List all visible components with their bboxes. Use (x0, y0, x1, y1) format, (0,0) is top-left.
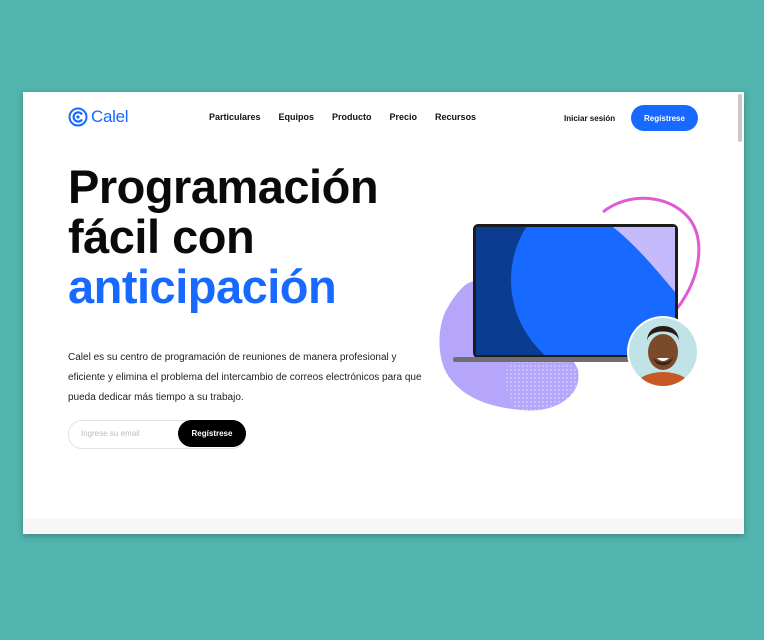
scrollbar[interactable] (738, 94, 742, 142)
hero-headline: Programación fácil con anticipación (68, 160, 379, 313)
nav-item-recursos[interactable]: Recursos (435, 112, 476, 122)
nav-item-particulares[interactable]: Particulares (209, 112, 261, 122)
nav-item-equipos[interactable]: Equipos (279, 112, 315, 122)
headline-line-1: Programación (68, 160, 379, 213)
headline-accent: anticipación (68, 260, 337, 313)
footer-strip (23, 518, 744, 534)
hero-illustration (439, 196, 701, 411)
browser-window: Calel Particulares Equipos Producto Prec… (23, 92, 744, 534)
user-avatar (629, 318, 697, 386)
hero-description: Calel es su centro de programación de re… (68, 352, 422, 403)
main-nav: Particulares Equipos Producto Precio Rec… (209, 112, 476, 122)
signup-button[interactable]: Regístrese (631, 105, 698, 131)
nav-item-producto[interactable]: Producto (332, 112, 372, 122)
logo[interactable]: Calel (68, 107, 129, 127)
calel-logo-icon (68, 107, 88, 127)
email-input[interactable] (81, 421, 176, 446)
headline-line-2: fácil con (68, 210, 255, 263)
signin-link[interactable]: Iniciar sesión (564, 114, 615, 123)
brand-name: Calel (91, 107, 129, 126)
email-signup-form: Regístrese (68, 420, 246, 449)
dotted-pattern-shape (506, 356, 579, 411)
nav-item-precio[interactable]: Precio (390, 112, 418, 122)
form-signup-button[interactable]: Regístrese (178, 420, 246, 447)
